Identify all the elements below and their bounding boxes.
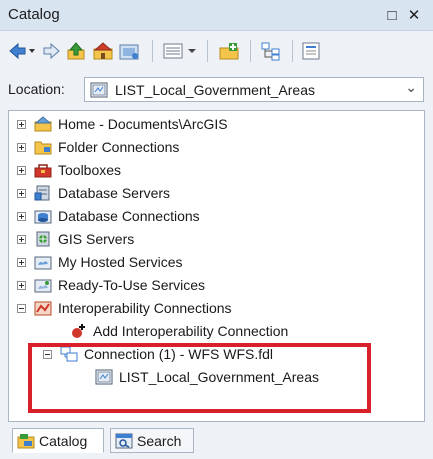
back-arrow-icon bbox=[9, 42, 35, 60]
expand-icon[interactable] bbox=[17, 119, 26, 129]
expand-icon[interactable] bbox=[17, 165, 26, 175]
expand-icon[interactable] bbox=[17, 211, 26, 221]
metadata-icon bbox=[302, 42, 320, 60]
toggle-tree-button[interactable] bbox=[260, 40, 284, 62]
location-value: LIST_Local_Government_Areas bbox=[115, 82, 315, 98]
feature-class-icon bbox=[95, 369, 113, 385]
collapse-icon[interactable] bbox=[17, 303, 26, 313]
location-row: Location: LIST_Local_Government_Areas ⌄ bbox=[0, 72, 433, 106]
expand-icon[interactable] bbox=[17, 188, 26, 198]
tab-label: Catalog bbox=[39, 432, 88, 449]
ready-services-icon bbox=[34, 277, 52, 293]
tree-item-toolboxes[interactable]: Toolboxes bbox=[17, 159, 121, 181]
new-item-icon bbox=[219, 43, 239, 60]
tree-item-database-connections[interactable]: Database Connections bbox=[17, 205, 200, 227]
tree-item-ready-to-use-services[interactable]: Ready-To-Use Services bbox=[17, 274, 205, 296]
forward-arrow-icon bbox=[43, 42, 60, 60]
tree-item-label: Folder Connections bbox=[58, 139, 180, 155]
tree-item-folder-connections[interactable]: Folder Connections bbox=[17, 136, 179, 158]
view-options-button[interactable] bbox=[162, 40, 200, 62]
expand-icon[interactable] bbox=[17, 142, 26, 152]
tree-item-label: Database Connections bbox=[58, 208, 200, 224]
collapse-icon[interactable] bbox=[43, 349, 52, 359]
tree-item-label: LIST_Local_Government_Areas bbox=[119, 369, 319, 385]
location-label: Location: bbox=[8, 81, 65, 97]
tab-label: Search bbox=[137, 432, 182, 449]
tree-item-label: Ready-To-Use Services bbox=[58, 277, 206, 293]
tree-item-list-local-government-areas[interactable]: LIST_Local_Government_Areas bbox=[95, 366, 319, 388]
catalog-tree: Home - Documents\ArcGIS Folder Connectio… bbox=[8, 110, 425, 422]
metadata-button[interactable] bbox=[300, 40, 324, 62]
toolbar-separator bbox=[250, 40, 251, 62]
toolbox-icon bbox=[34, 162, 52, 178]
up-one-level-button[interactable] bbox=[66, 40, 88, 62]
tree-item-label: Interoperability Connections bbox=[58, 300, 232, 316]
tree-item-label: My Hosted Services bbox=[58, 254, 183, 270]
add-interop-icon bbox=[69, 323, 87, 339]
tree-item-database-servers[interactable]: Database Servers bbox=[17, 182, 170, 204]
interop-icon bbox=[34, 300, 52, 316]
catalog-icon bbox=[17, 433, 35, 449]
bottom-tabs: Catalog Search bbox=[0, 424, 433, 459]
back-button[interactable] bbox=[8, 40, 36, 62]
connect-folder-icon bbox=[119, 44, 139, 60]
connect-folder-button[interactable] bbox=[118, 40, 142, 62]
location-combobox[interactable]: LIST_Local_Government_Areas ⌄ bbox=[84, 77, 424, 102]
catalog-window: Catalog □ ✕ Location: LIST_Local_Governm… bbox=[0, 0, 433, 459]
tree-item-home[interactable]: Home - Documents\ArcGIS bbox=[17, 113, 228, 135]
search-window-icon bbox=[115, 433, 133, 449]
view-options-icon bbox=[163, 43, 196, 59]
toolbar-separator bbox=[152, 40, 153, 62]
forward-button[interactable] bbox=[40, 40, 62, 62]
connection-icon bbox=[60, 346, 78, 362]
folder-icon bbox=[34, 139, 52, 155]
toolbar-separator bbox=[207, 40, 208, 62]
toolbar-separator bbox=[292, 40, 293, 62]
tree-item-my-hosted-services[interactable]: My Hosted Services bbox=[17, 251, 182, 273]
tree-item-label: Database Servers bbox=[58, 185, 171, 201]
gis-server-icon bbox=[34, 231, 52, 247]
home-folder-icon bbox=[34, 116, 52, 132]
tree-item-label: Home - Documents\ArcGIS bbox=[58, 116, 228, 132]
home-folder-button[interactable] bbox=[92, 40, 114, 62]
tree-item-label: Toolboxes bbox=[58, 162, 122, 178]
tree-item-add-interoperability-connection[interactable]: Add Interoperability Connection bbox=[69, 320, 288, 342]
home-folder-icon bbox=[93, 42, 113, 60]
expand-icon[interactable] bbox=[17, 257, 26, 267]
chevron-down-icon[interactable]: ⌄ bbox=[405, 79, 417, 96]
hosted-services-icon bbox=[34, 254, 52, 270]
tree-item-interoperability-connections[interactable]: Interoperability Connections bbox=[17, 297, 232, 319]
tree-item-gis-servers[interactable]: GIS Servers bbox=[17, 228, 134, 250]
feature-class-icon bbox=[90, 82, 108, 101]
up-one-level-icon bbox=[67, 42, 85, 60]
tree-item-label: Connection (1) - WFS WFS.fdl bbox=[84, 346, 274, 362]
tree-item-label: Add Interoperability Connection bbox=[93, 323, 289, 339]
restore-button[interactable]: □ bbox=[382, 5, 402, 25]
new-item-button[interactable] bbox=[218, 40, 242, 62]
expand-icon[interactable] bbox=[17, 234, 26, 244]
tree-item-wfs-connection[interactable]: Connection (1) - WFS WFS.fdl bbox=[43, 343, 273, 365]
expand-icon[interactable] bbox=[17, 280, 26, 290]
tree-toggle-icon bbox=[261, 42, 280, 61]
database-connection-icon bbox=[34, 208, 52, 224]
title-bar: Catalog □ ✕ bbox=[0, 0, 433, 31]
close-button[interactable]: ✕ bbox=[404, 5, 424, 25]
tree-item-label: GIS Servers bbox=[58, 231, 135, 247]
tab-catalog[interactable]: Catalog bbox=[12, 428, 104, 453]
toolbar bbox=[0, 31, 433, 71]
database-server-icon bbox=[34, 185, 52, 201]
tab-search[interactable]: Search bbox=[110, 428, 194, 453]
window-title: Catalog bbox=[8, 6, 60, 23]
